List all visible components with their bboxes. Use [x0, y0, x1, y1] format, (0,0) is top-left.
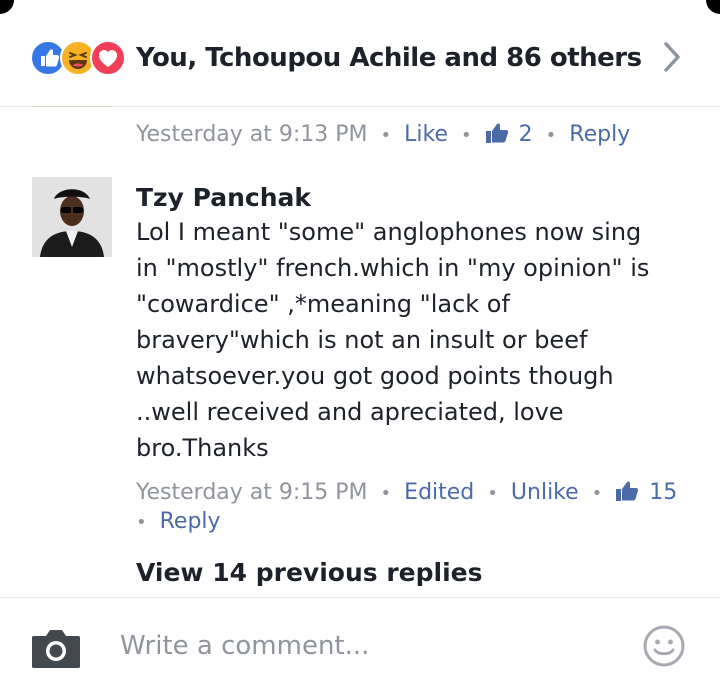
edited-link[interactable]: Edited	[404, 480, 474, 505]
comment-line: Lol I meant "some" anglophones now sing	[136, 218, 642, 246]
comment-line: ..well received and apreciated, love	[136, 398, 564, 426]
comment-line: in "mostly" french.which in "my opinion"…	[136, 254, 650, 282]
comment-line: whatsoever.you got good points though	[136, 362, 614, 390]
reply-link[interactable]: Reply	[569, 122, 630, 147]
previous-comment-meta: Yesterday at 9:13 PM • Like • 2 • Reply	[136, 118, 630, 153]
chevron-right-icon[interactable]	[660, 40, 684, 74]
separator-dot: •	[545, 125, 557, 146]
comment-timestamp: Yesterday at 9:13 PM	[136, 122, 368, 147]
separator-dot: •	[487, 483, 498, 504]
comment-line: bro.Thanks	[136, 434, 269, 462]
separator-dot: •	[136, 512, 147, 533]
like-link[interactable]: Like	[404, 122, 448, 147]
reactions-summary[interactable]: You, Tchoupou Achile and 86 others	[136, 40, 642, 76]
separator-dot: •	[380, 483, 392, 504]
comment-input[interactable]	[120, 626, 620, 666]
comment-composer	[0, 597, 720, 696]
reactions-header[interactable]: You, Tchoupou Achile and 86 others	[0, 0, 720, 107]
avatar[interactable]	[32, 177, 112, 257]
separator-dot: •	[591, 483, 603, 504]
comment-body: Lol I meant "some" anglophones now sing …	[136, 214, 696, 466]
unlike-link[interactable]: Unlike	[511, 480, 579, 505]
love-icon	[90, 40, 126, 76]
separator-dot: •	[461, 125, 472, 146]
comment-author[interactable]: Tzy Panchak	[136, 181, 311, 215]
previous-avatar-edge	[32, 98, 112, 107]
comment-timestamp: Yesterday at 9:15 PM	[136, 480, 368, 505]
view-previous-replies-link[interactable]: View 14 previous replies	[136, 556, 482, 590]
comment-meta-wrap: • Reply	[136, 505, 221, 540]
reaction-icons[interactable]	[30, 40, 130, 76]
smiley-icon[interactable]	[642, 624, 686, 668]
thumbs-up-icon	[485, 123, 508, 143]
comment-line: bravery"which is not an insult or beef	[136, 326, 588, 354]
reply-link[interactable]: Reply	[160, 509, 221, 534]
separator-dot: •	[380, 125, 392, 146]
like-count: 2	[518, 122, 533, 147]
thumbs-up-icon	[616, 481, 639, 501]
comment-line: "cowardice" ,*meaning "lack of	[136, 290, 510, 318]
camera-icon[interactable]	[30, 626, 82, 670]
like-count: 15	[649, 480, 678, 505]
